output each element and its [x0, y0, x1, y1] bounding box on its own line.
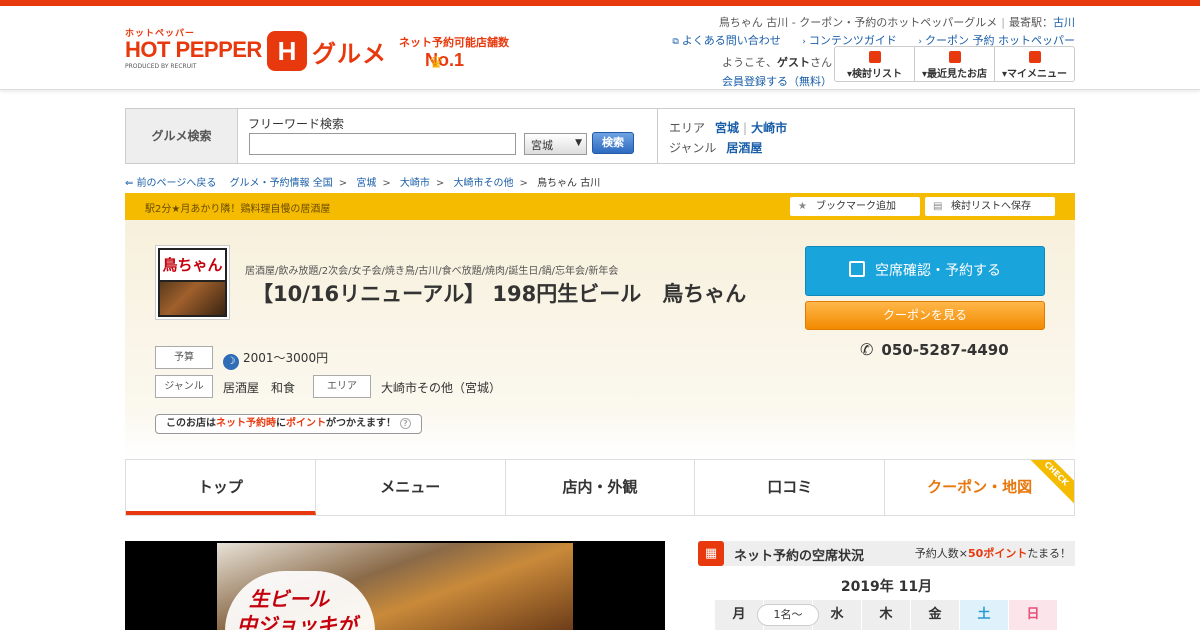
breadcrumb: ⇐ 前のページへ戻る グルメ・予約情報 全国 > 宮城 > 大崎市 > 大崎市その他 >… — [125, 178, 601, 189]
weekday-thu: 木 — [862, 600, 910, 630]
arrow-icon: › — [802, 37, 806, 47]
hotpepper-logo[interactable]: ホットペッパー HOT PEPPER PRODUCED BY RECRUIT — [125, 26, 265, 76]
chevron-down-icon: ▼ — [575, 138, 582, 148]
genre-value: 居酒屋 和食 — [223, 381, 296, 395]
genre-link[interactable]: 居酒屋 — [726, 141, 762, 155]
genre-row: ジャンル 居酒屋 — [669, 141, 763, 155]
calendar-month: 2019年 11月 — [840, 579, 933, 595]
page-caption: 鳥ちゃん 古川 - クーポン・予約のホットペッパーグルメ — [718, 16, 998, 29]
moon-icon: ☽ — [223, 354, 239, 370]
shop-summary: 鳥ちゃん 居酒屋/飲み放題/2次会/女子会/焼き鳥/古川/食べ放題/焼肉/誕生日… — [125, 220, 1075, 458]
freeword-label: フリーワード検索 — [248, 117, 345, 131]
nearest-station-link[interactable]: 古川 — [1053, 16, 1075, 29]
arrow-icon: ⧉ — [672, 37, 679, 47]
shop-tabs: トップ メニュー 店内・外観 口コミ クーポン・地図 CHECK — [125, 459, 1075, 516]
promo-line-1: 生ビール — [249, 587, 329, 611]
genre-label: ジャンル — [155, 375, 213, 398]
car-icon — [868, 51, 881, 63]
tab-top[interactable]: トップ — [126, 460, 316, 515]
search-label: グルメ検索 — [126, 109, 238, 163]
calendar-check-icon — [849, 261, 865, 277]
user-icon — [1028, 51, 1041, 63]
breadcrumb-item[interactable]: 大崎市 — [400, 178, 430, 189]
breadcrumb-item[interactable]: 大崎市その他 — [453, 178, 513, 189]
gurume-logo-text: グルメ — [312, 40, 387, 68]
reserve-button[interactable]: 空席確認・予約する — [805, 246, 1045, 296]
tab-menu[interactable]: メニュー — [315, 460, 506, 515]
calendar-icon: ▦ — [698, 541, 724, 566]
gourmet-search-box: グルメ検索 フリーワード検索 宮城 ▼ 検索 エリア 宮城 | 大崎市 ジャンル 居酒屋 — [125, 108, 1075, 164]
bookmark-button[interactable]: ★ ブックマーク追加 — [790, 197, 920, 216]
weekday-sun: 日 — [1009, 600, 1057, 630]
area-label: エリア — [313, 375, 371, 398]
register-link[interactable]: 会員登録する（無料） — [722, 73, 832, 89]
faq-link[interactable]: ⧉ よくある問い合わせ — [672, 34, 780, 47]
food-image — [160, 282, 225, 315]
logo-produced: PRODUCED BY RECRUIT — [125, 63, 197, 70]
weekday-sat: 土 — [960, 600, 1008, 630]
catch-bar: 駅2分★月あかり隣！鶏料理自慢の居酒屋 ★ ブックマーク追加 ▤ 検討リストへ保存 — [125, 193, 1075, 220]
area-value: 大崎市その他（宮城） — [381, 381, 502, 395]
no1-text: ネット予約可能店舗数 — [399, 36, 509, 49]
logo-brand: HOT PEPPER — [125, 37, 262, 62]
area-row: エリア 宮城 | 大崎市 — [669, 121, 788, 135]
back-arrow-icon: ⇐ — [125, 178, 137, 189]
shop-logo-text: 鳥ちゃん — [160, 250, 225, 280]
weekday-mon: 月 — [715, 600, 763, 630]
budget-value: ☽ 2001～3000円 — [223, 349, 328, 370]
header-button-group: ▾検討リスト ▾最近見たお店 ▾マイメニュー — [834, 46, 1075, 82]
area-link-miyagi[interactable]: 宮城 — [715, 121, 739, 135]
crown-icon: ♛ — [429, 53, 444, 72]
breadcrumb-item[interactable]: グルメ・予約情報 全国 — [230, 178, 333, 189]
shop-thumbnail[interactable]: 鳥ちゃん — [156, 246, 229, 319]
bookmark-icon — [948, 51, 961, 63]
consider-list-button[interactable]: ▾検討リスト — [835, 47, 915, 81]
breadcrumb-item[interactable]: 宮城 — [356, 178, 376, 189]
help-icon[interactable]: ? — [400, 418, 411, 429]
freeword-input[interactable] — [249, 133, 516, 155]
back-link[interactable]: ⇐ 前のページへ戻る — [125, 178, 216, 189]
phone-icon: ✆ — [860, 340, 874, 359]
gurume-h-icon: H — [267, 31, 307, 71]
coupon-button[interactable]: クーポンを見る — [805, 301, 1045, 330]
nearest-label: 最寄駅： — [1009, 16, 1053, 29]
catch-text: 駅2分★月あかり隣！鶏料理自慢の居酒屋 — [145, 204, 331, 215]
tab-coupon-map[interactable]: クーポン・地図 CHECK — [885, 460, 1074, 515]
availability-title: ネット予約の空席状況 — [734, 549, 865, 564]
shop-tags: 居酒屋/飲み放題/2次会/女子会/焼き鳥/古川/食べ放題/焼肉/誕生日/鍋/忘年… — [245, 266, 619, 277]
yakitori-photo: 生ビール 中ジョッキが — [217, 543, 573, 630]
search-button[interactable]: 検索 — [592, 132, 634, 154]
points-notice: 予約人数×50ポイントたまる！ — [914, 547, 1071, 560]
tab-reviews[interactable]: 口コミ — [695, 460, 886, 515]
prefecture-select[interactable]: 宮城 ▼ — [524, 133, 587, 155]
availability-header: ▦ ネット予約の空席状況 予約人数×50ポイントたまる！ — [698, 541, 1075, 566]
site-header: ホットペッパー HOT PEPPER PRODUCED BY RECRUIT H… — [0, 6, 1200, 90]
star-icon: ★ — [798, 201, 807, 212]
shop-title: 【10/16リニューアル】 198円生ビール 鳥ちゃん — [252, 282, 747, 306]
budget-label: 予算 — [155, 346, 213, 369]
promo-line-2: 中ジョッキが — [237, 613, 357, 630]
welcome-text: ようこそ、ゲストさん — [722, 56, 832, 69]
area-link-osaki[interactable]: 大崎市 — [751, 121, 787, 135]
weekday-fri: 金 — [911, 600, 959, 630]
no1-badge: ネット予約可能店舗数 ♛ No.1 — [399, 34, 519, 72]
point-usable-notice: このお店はネット予約時にポイントがつかえます！? — [155, 414, 422, 434]
phone-number: ✆ 050-5287-4490 — [860, 340, 1009, 359]
save-list-button[interactable]: ▤ 検討リストへ保存 — [925, 197, 1055, 216]
shop-photo-slider[interactable]: 生ビール 中ジョッキが — [125, 541, 665, 630]
divider — [657, 109, 658, 163]
breadcrumb-current: 鳥ちゃん 古川 — [537, 178, 601, 189]
list-icon: ▤ — [933, 201, 943, 212]
party-size-select[interactable]: 1名～ — [757, 604, 819, 626]
tab-interior[interactable]: 店内・外観 — [505, 460, 696, 515]
my-menu-button[interactable]: ▾マイメニュー — [995, 47, 1074, 81]
page-caption-row: 鳥ちゃん 古川 - クーポン・予約のホットペッパーグルメ | 最寄駅：古川 — [718, 16, 1075, 29]
weekday-wed: 水 — [813, 600, 861, 630]
recent-shops-button[interactable]: ▾最近見たお店 — [915, 47, 995, 81]
